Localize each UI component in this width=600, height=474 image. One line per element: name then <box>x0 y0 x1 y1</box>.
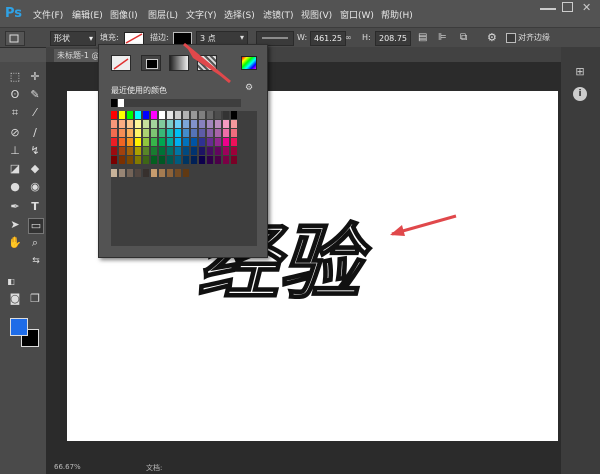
annotation-arrow <box>390 225 405 236</box>
annotation-arrow-shaft <box>183 42 231 84</box>
annotation-overlay <box>183 42 457 236</box>
foreground-color[interactable] <box>10 318 28 336</box>
